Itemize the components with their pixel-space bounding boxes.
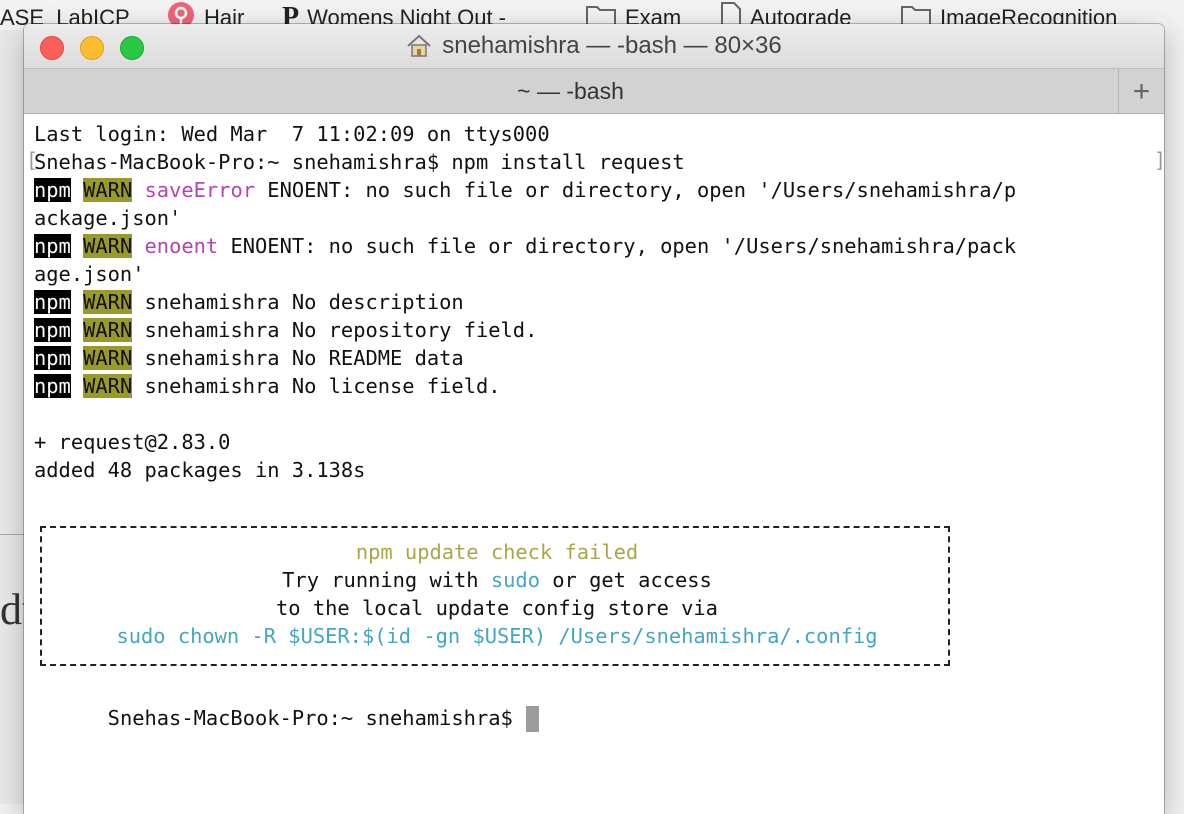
terminal-text: snehamishra No description xyxy=(132,290,464,314)
tab-bar: ~ — -bash + xyxy=(24,68,1164,114)
tab-label: ~ — -bash xyxy=(517,78,624,104)
terminal-text: sudo xyxy=(490,568,540,592)
window-title: snehamishra — -bash — 80×36 xyxy=(24,24,1164,68)
terminal-line: Last login: Wed Mar 7 11:02:09 on ttys00… xyxy=(34,120,550,148)
plus-icon: + xyxy=(1132,74,1151,108)
terminal-line: npm update check failed xyxy=(42,538,952,566)
terminal-line: age.json' xyxy=(34,260,145,288)
terminal-line: + request@2.83.0 xyxy=(34,428,230,456)
terminal-line: npm WARN snehamishra No README data xyxy=(34,344,464,372)
terminal-line: Try running with sudo or get access xyxy=(42,566,952,594)
terminal-text: snehamishra No repository field. xyxy=(132,318,538,342)
warn-tag: WARN xyxy=(83,374,133,398)
terminal-line: npm WARN saveError ENOENT: no such file … xyxy=(34,176,1016,204)
terminal-text: ackage.json' xyxy=(34,206,182,230)
text-cursor xyxy=(526,706,540,732)
terminal-text: added 48 packages in 3.138s xyxy=(34,458,366,482)
terminal-text: enoent xyxy=(144,234,219,258)
terminal-text: Last login: Wed Mar 7 11:02:09 on ttys00… xyxy=(34,122,550,146)
npm-tag: npm xyxy=(34,234,71,258)
terminal-line: ackage.json' xyxy=(34,204,181,232)
terminal-text: or get access xyxy=(539,568,712,592)
terminal-content[interactable]: [ ] Last login: Wed Mar 7 11:02:09 on tt… xyxy=(24,114,1164,814)
terminal-text: snehamishra No README data xyxy=(132,346,464,370)
terminal-text: npm update check failed xyxy=(355,540,639,564)
terminal-text: to the local update config store via xyxy=(276,596,718,620)
window-title-text: snehamishra — -bash — 80×36 xyxy=(442,32,782,59)
warn-tag: WARN xyxy=(83,346,133,370)
npm-tag: npm xyxy=(34,290,71,314)
home-icon xyxy=(406,34,432,58)
selection-bracket-right: ] xyxy=(1154,148,1164,172)
terminal-text: + request@2.83.0 xyxy=(34,430,231,454)
npm-tag: npm xyxy=(34,346,71,370)
prompt-text: Snehas-MacBook-Pro:~ snehamishra$ xyxy=(107,706,526,730)
warn-tag: WARN xyxy=(83,290,133,314)
terminal-text: sudo chown -R $USER:$(id -gn $USER) /Use… xyxy=(116,624,878,648)
terminal-line: npm WARN snehamishra No license field. xyxy=(34,372,501,400)
terminal-line: Snehas-MacBook-Pro:~ snehamishra$ npm in… xyxy=(34,148,685,176)
terminal-line: npm WARN snehamishra No repository field… xyxy=(34,316,537,344)
npm-tag: npm xyxy=(34,178,71,202)
terminal-text: age.json' xyxy=(34,262,145,286)
update-check-box: npm update check failed Try running with … xyxy=(40,526,950,666)
terminal-text: Snehas-MacBook-Pro:~ snehamishra$ npm in… xyxy=(34,150,685,174)
npm-tag: npm xyxy=(34,374,71,398)
title-bar[interactable]: snehamishra — -bash — 80×36 xyxy=(24,24,1164,68)
terminal-text: ENOENT: no such file or directory, open … xyxy=(218,234,1017,258)
terminal-line: sudo chown -R $USER:$(id -gn $USER) /Use… xyxy=(42,622,952,650)
terminal-line: npm WARN enoent ENOENT: no such file or … xyxy=(34,232,1016,260)
prompt-line[interactable]: Snehas-MacBook-Pro:~ snehamishra$ xyxy=(34,676,540,732)
npm-tag: npm xyxy=(34,318,71,342)
warn-tag: WARN xyxy=(83,318,133,342)
warn-tag: WARN xyxy=(83,178,133,202)
terminal-text: snehamishra No license field. xyxy=(132,374,501,398)
warn-tag: WARN xyxy=(83,234,133,258)
tab-bash[interactable]: ~ — -bash xyxy=(24,69,1117,114)
terminal-line: added 48 packages in 3.138s xyxy=(34,456,365,484)
terminal-text: ENOENT: no such file or directory, open … xyxy=(255,178,1017,202)
new-tab-button[interactable]: + xyxy=(1118,69,1164,114)
terminal-line: npm WARN snehamishra No description xyxy=(34,288,464,316)
terminal-text: saveError xyxy=(144,178,256,202)
terminal-text: Try running with xyxy=(282,568,491,592)
terminal-line: to the local update config store via xyxy=(42,594,952,622)
terminal-window: snehamishra — -bash — 80×36 ~ — -bash + … xyxy=(24,24,1164,814)
